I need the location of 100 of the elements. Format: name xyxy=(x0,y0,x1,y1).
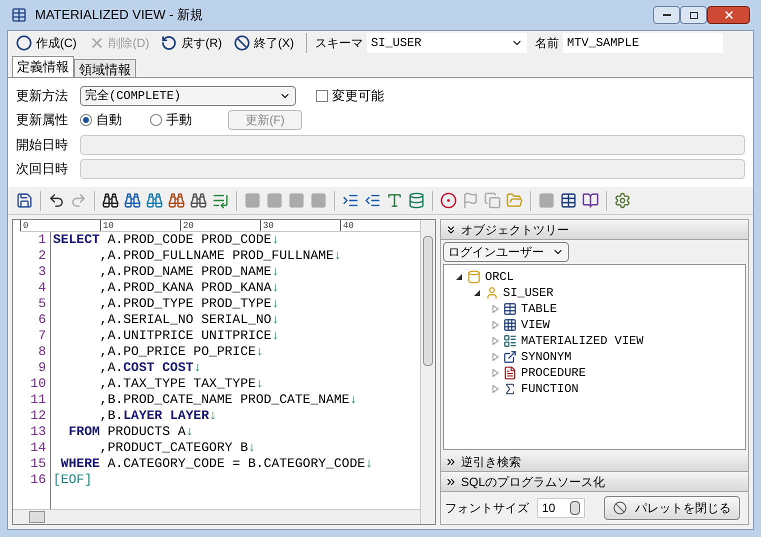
close-palette-button[interactable]: パレットを閉じる xyxy=(604,496,740,520)
line-number: 3 xyxy=(38,264,46,280)
name-label: 名前 xyxy=(535,35,560,52)
section-header[interactable]: オブジェクトツリー xyxy=(441,220,748,240)
tree-item[interactable]: PROCEDURE xyxy=(521,364,586,382)
tree-item[interactable]: ORCL xyxy=(485,268,514,286)
code-line: SELECT A.PROD_CODE PROD_CODE↓ xyxy=(53,232,280,248)
ruler: 0 10 20 30 40 xyxy=(20,220,420,232)
radio-button[interactable] xyxy=(150,114,162,126)
line-number: 16 xyxy=(30,472,46,488)
tree-item[interactable]: TABLE xyxy=(521,300,558,318)
code-line: ,A.PO_PRICE PO_PRICE↓ xyxy=(98,344,264,360)
code-line: ,A.PROD_FULLNAME PROD_FULLNAME↓ xyxy=(98,248,342,264)
field-label: 開始日時 xyxy=(16,136,69,154)
collapsed-arrow-icon[interactable] xyxy=(492,385,499,393)
undo-icon xyxy=(161,35,178,51)
stop-icon xyxy=(613,501,627,515)
database-icon[interactable] xyxy=(408,192,425,209)
field-label: 更新方法 xyxy=(16,87,69,106)
grid-icon xyxy=(503,318,517,332)
outdent-icon[interactable] xyxy=(364,192,381,209)
text-icon[interactable] xyxy=(386,192,403,209)
code-line: FROM PRODUCTS A↓ xyxy=(68,424,194,440)
code-line: ,B.PROD_CATE_NAME PROD_CATE_NAME↓ xyxy=(98,392,358,408)
font-size-spinner[interactable]: 10 xyxy=(537,498,585,518)
tab[interactable]: 定義情報 xyxy=(12,56,74,77)
book-icon[interactable] xyxy=(582,192,599,209)
gear-icon[interactable] xyxy=(614,192,631,209)
radio-label: 手動 xyxy=(166,111,192,130)
tree-item[interactable]: VIEW xyxy=(521,316,550,334)
section-header[interactable]: SQLのプログラムソース化 xyxy=(441,472,748,492)
line-number: 4 xyxy=(38,280,46,296)
line-number: 13 xyxy=(30,424,46,440)
toolbar-button[interactable]: 作成(C) xyxy=(12,33,81,53)
code-line: ,A.UNITPRICE UNITPRICE↓ xyxy=(98,328,280,344)
checkbox[interactable] xyxy=(316,90,328,102)
horizontal-scrollbar[interactable] xyxy=(13,509,420,524)
undo-icon[interactable] xyxy=(48,192,65,209)
marker-icon[interactable] xyxy=(440,192,457,209)
field-label: 更新属性 xyxy=(16,111,69,130)
binoculars-icon[interactable] xyxy=(102,192,119,209)
line-number: 14 xyxy=(30,440,46,456)
scope-dropdown[interactable]: ログインユーザー xyxy=(443,242,569,262)
code-line: ,A.TAX_TYPE TAX_TYPE↓ xyxy=(98,376,264,392)
stop-icon xyxy=(234,35,250,51)
collapsed-arrow-icon[interactable] xyxy=(492,321,499,329)
line-number: 12 xyxy=(30,408,46,424)
folder-icon[interactable] xyxy=(506,192,523,209)
section-header[interactable]: 逆引き検索 xyxy=(441,452,748,472)
user-icon xyxy=(485,286,499,300)
tree-item[interactable]: MATERIALIZED VIEW xyxy=(521,332,644,350)
collapsed-arrow-icon[interactable] xyxy=(492,369,499,377)
name-field[interactable]: MTV_SAMPLE xyxy=(563,33,724,53)
radio-button[interactable] xyxy=(80,114,92,126)
line-number: 11 xyxy=(30,392,46,408)
code-line: ,A.PROD_KANA PROD_KANA↓ xyxy=(98,280,280,296)
schema-dropdown[interactable]: SI_USER xyxy=(367,33,528,53)
database-icon xyxy=(467,270,481,284)
code-line: ,A.PROD_NAME PROD_NAME↓ xyxy=(98,264,280,280)
collapsed-arrow-icon[interactable] xyxy=(492,353,499,361)
toolbar-button[interactable]: 戻す(R) xyxy=(157,33,226,53)
function-icon xyxy=(503,382,517,396)
collapsed-arrow-icon[interactable] xyxy=(492,337,499,345)
code-line: WHERE A.CATEGORY_CODE = B.CATEGORY_CODE↓ xyxy=(60,456,373,472)
indent-icon[interactable] xyxy=(342,192,359,209)
line-number: 2 xyxy=(38,248,46,264)
line-number: 7 xyxy=(38,328,46,344)
line-number: 10 xyxy=(30,376,46,392)
collapsed-arrow-icon[interactable] xyxy=(492,305,499,313)
minimize-button[interactable] xyxy=(653,6,680,24)
method-dropdown[interactable]: 完全(COMPLETE) xyxy=(80,86,296,106)
spinner-arrows-icon xyxy=(570,501,580,515)
line-number: 5 xyxy=(38,296,46,312)
vertical-scrollbar[interactable] xyxy=(420,220,435,524)
maximize-button[interactable] xyxy=(680,6,707,24)
code-line: ,PRODUCT_CATEGORY B↓ xyxy=(98,440,256,456)
tree-item[interactable]: SYNONYM xyxy=(521,348,572,366)
close-icon xyxy=(722,9,734,21)
window-icon xyxy=(11,7,27,23)
close-button[interactable] xyxy=(707,6,750,24)
list-icon[interactable] xyxy=(212,192,229,209)
expanded-arrow-icon[interactable] xyxy=(474,289,481,297)
tree-item[interactable]: FUNCTION xyxy=(521,380,579,398)
tab[interactable]: 領域情報 xyxy=(74,59,136,77)
line-number: 6 xyxy=(38,312,46,328)
expanded-arrow-icon[interactable] xyxy=(456,273,463,281)
binoculars-icon[interactable] xyxy=(190,192,207,209)
line-number: 9 xyxy=(38,360,46,376)
circle-icon xyxy=(16,35,32,51)
code-line: ,A.PROD_TYPE PROD_TYPE↓ xyxy=(98,296,280,312)
tree-item[interactable]: SI_USER xyxy=(503,284,554,302)
line-number: 15 xyxy=(30,456,46,472)
window-title: MATERIALIZED VIEW - 新規 xyxy=(35,6,204,24)
shortcut-icon xyxy=(503,350,517,364)
schema-label: スキーマ xyxy=(315,35,364,52)
field-label: 次回日時 xyxy=(16,160,69,178)
radio-label: 自動 xyxy=(96,111,122,130)
toolbar-button[interactable]: 終了(X) xyxy=(230,33,298,53)
save-icon[interactable] xyxy=(16,192,33,209)
checkbox-label: 変更可能 xyxy=(332,87,384,106)
